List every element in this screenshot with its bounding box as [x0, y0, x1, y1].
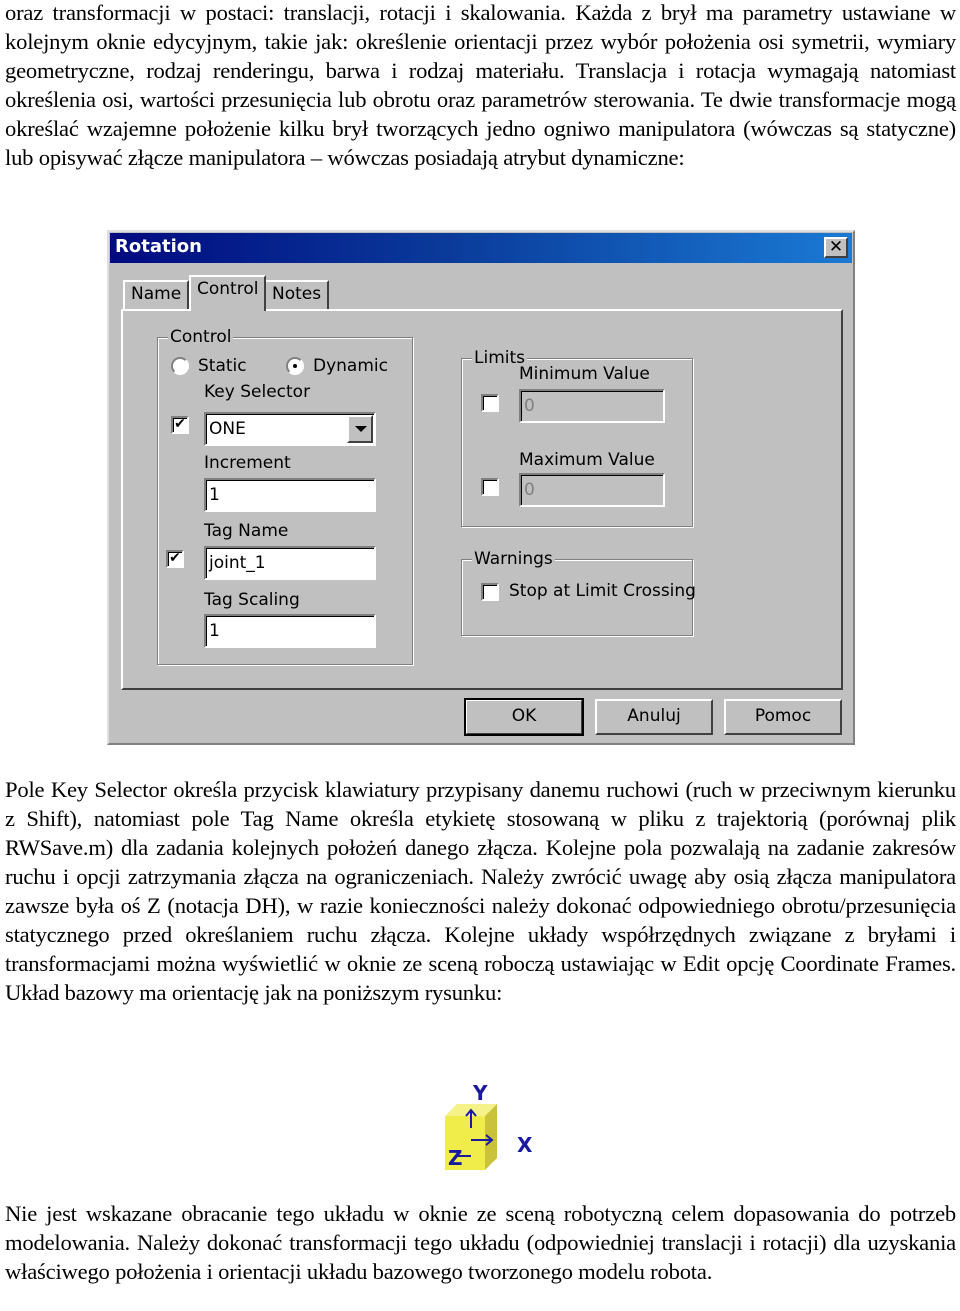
tab-name[interactable]: Name	[123, 280, 190, 309]
radio-static-label: Static	[198, 356, 247, 376]
tab-control-label: Control	[197, 279, 259, 299]
tag-name-label: Tag Name	[204, 521, 289, 541]
key-selector-checkbox[interactable]: ✔	[171, 416, 189, 434]
increment-label: Increment	[204, 453, 291, 473]
tag-name-checkbox[interactable]: ✔	[166, 550, 184, 568]
dialog-title: Rotation	[115, 236, 202, 257]
paragraph-intro: oraz transformacji w postaci: translacji…	[5, 0, 956, 170]
key-selector-value: ONE	[209, 419, 246, 439]
stop-at-limit-label: Stop at Limit Crossing	[509, 581, 696, 601]
cancel-button[interactable]: Anuluj	[595, 699, 713, 735]
rotation-dialog: Rotation ✕ Name Control Notes Control St…	[107, 230, 855, 745]
dialog-titlebar[interactable]: Rotation ✕	[110, 233, 852, 263]
stop-at-limit-checkbox[interactable]	[481, 583, 499, 601]
y-axis-label: Y	[472, 1081, 488, 1105]
chevron-down-icon[interactable]	[347, 415, 373, 443]
minimum-value-checkbox[interactable]	[481, 394, 499, 412]
key-selector-dropdown[interactable]: ONE	[204, 412, 376, 446]
help-button[interactable]: Pomoc	[724, 699, 842, 735]
limits-group: Limits Minimum Value 0 Maximum Value 0	[461, 348, 693, 527]
maximum-value-checkbox[interactable]	[481, 478, 499, 496]
tag-scaling-label: Tag Scaling	[204, 590, 300, 610]
x-axis-label: X	[517, 1133, 533, 1157]
radio-dynamic-label: Dynamic	[313, 356, 388, 376]
tab-notes-label: Notes	[272, 284, 322, 304]
control-group-legend: Control	[168, 327, 234, 347]
radio-static[interactable]	[171, 357, 189, 375]
close-button[interactable]: ✕	[824, 237, 848, 258]
tab-panel-control: Control Static Dynamic Key Selector ✔ ON…	[121, 309, 843, 690]
tab-notes[interactable]: Notes	[264, 280, 330, 309]
close-icon: ✕	[828, 237, 844, 257]
paragraph-closing: Nie jest wskazane obracanie tego układu …	[5, 1201, 956, 1284]
minimum-value-input[interactable]: 0	[519, 389, 665, 423]
coordinate-frame-figure: Y X Z	[445, 1081, 533, 1170]
ok-button[interactable]: OK	[464, 698, 584, 736]
tag-name-input[interactable]: joint_1	[204, 546, 376, 580]
control-group: Control Static Dynamic Key Selector ✔ ON…	[157, 327, 413, 665]
tab-name-label: Name	[131, 284, 182, 304]
tab-control[interactable]: Control	[189, 275, 267, 311]
maximum-value-label: Maximum Value	[519, 450, 655, 470]
radio-dynamic[interactable]	[286, 357, 304, 375]
key-selector-label: Key Selector	[204, 382, 311, 402]
tag-scaling-input[interactable]: 1	[204, 614, 376, 648]
warnings-group-legend: Warnings	[472, 549, 555, 569]
warnings-group: Warnings Stop at Limit Crossing	[461, 549, 696, 636]
increment-input[interactable]: 1	[204, 478, 376, 512]
minimum-value-label: Minimum Value	[519, 364, 650, 384]
maximum-value-input[interactable]: 0	[519, 473, 665, 507]
paragraph-key-selector: Pole Key Selector określa przycisk klawi…	[5, 777, 956, 1005]
z-axis-label: Z	[448, 1146, 463, 1170]
